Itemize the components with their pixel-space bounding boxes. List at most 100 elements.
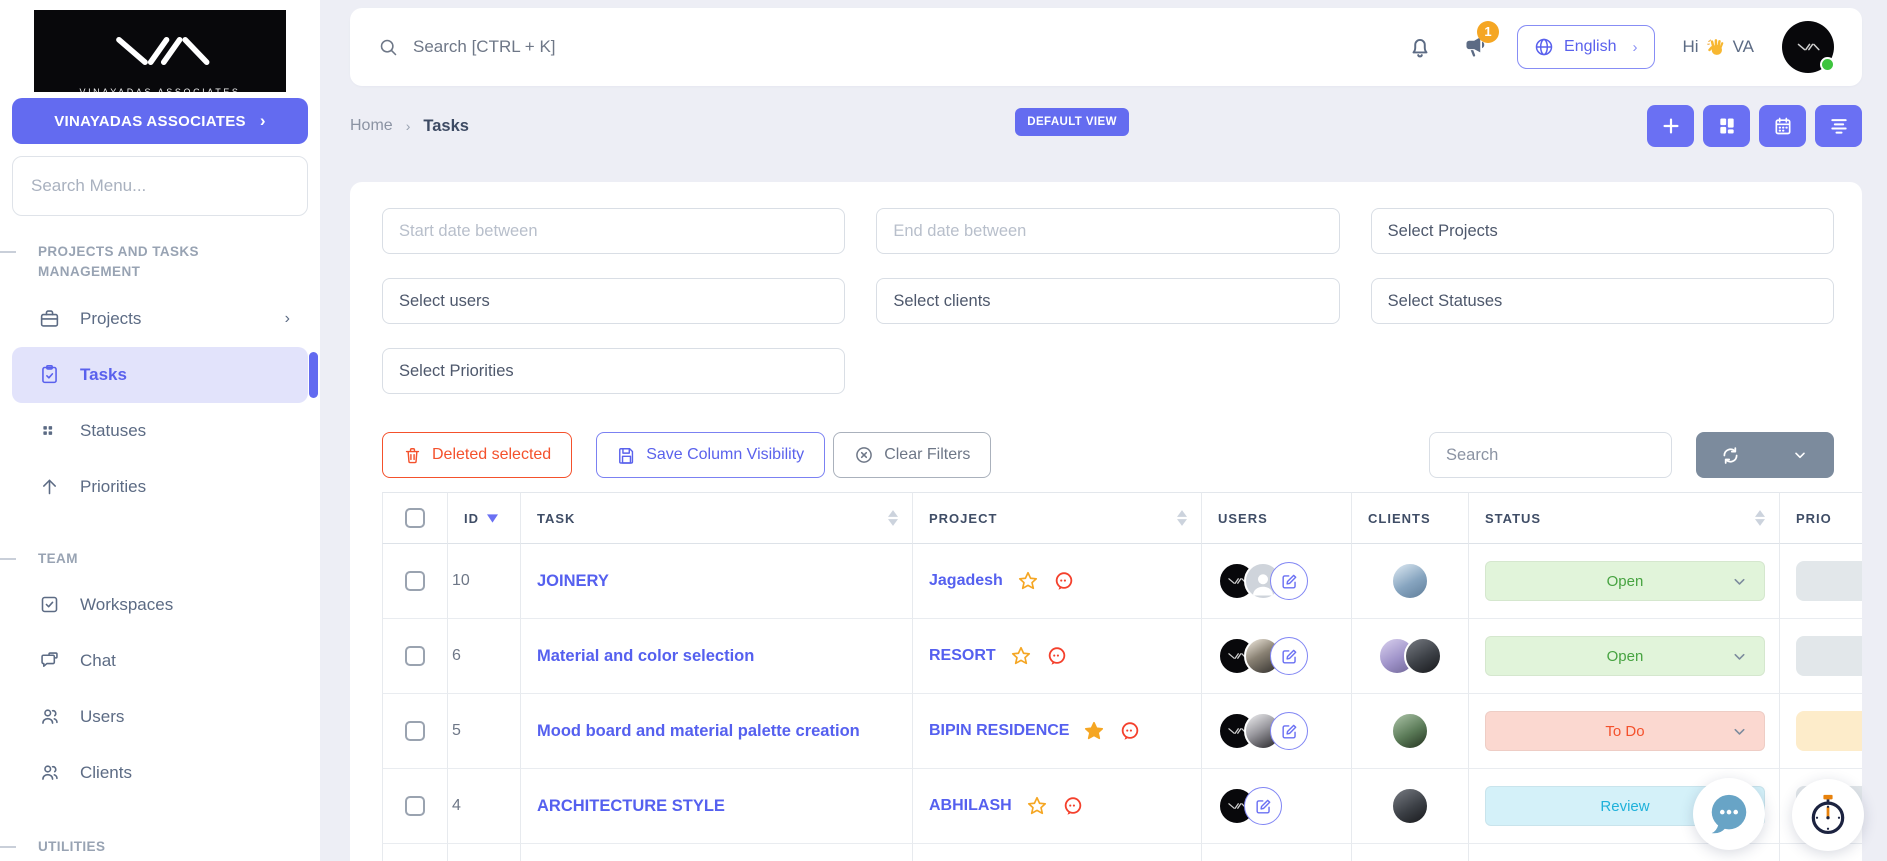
sidebar-menu-search-input[interactable] [12, 156, 308, 216]
sidebar-item-priorities[interactable]: Priorities [12, 459, 308, 515]
sidebar-item-label: Chat [80, 651, 116, 671]
status-dropdown[interactable]: Open [1485, 561, 1765, 601]
row-checkbox[interactable] [405, 796, 425, 816]
status-dropdown[interactable]: To Do [1485, 711, 1765, 751]
comment-icon[interactable] [1119, 720, 1141, 742]
user-avatar[interactable] [1782, 21, 1834, 73]
select-all-checkbox[interactable] [405, 508, 425, 528]
save-column-visibility-button[interactable]: Save Column Visibility [596, 432, 825, 478]
column-header-project[interactable]: PROJECT [913, 492, 1202, 544]
list-view-button[interactable] [1815, 105, 1862, 147]
project-link[interactable]: BIPIN RESIDENCE [929, 722, 1069, 740]
status-label: To Do [1605, 723, 1644, 740]
star-icon[interactable] [1017, 570, 1039, 592]
refresh-split-button[interactable] [1696, 432, 1834, 478]
chevron-right-icon: › [1633, 39, 1638, 56]
users-cell [1202, 619, 1352, 694]
priorities-filter-select[interactable] [382, 348, 845, 394]
column-header-task[interactable]: TASK [521, 492, 913, 544]
client-avatar[interactable] [1391, 712, 1429, 750]
row-checkbox[interactable] [405, 571, 425, 591]
status-cell: To Do [1469, 694, 1780, 769]
bell-icon [1407, 34, 1433, 60]
client-avatar[interactable] [1391, 787, 1429, 825]
priority-dropdown[interactable] [1796, 711, 1862, 751]
project-link[interactable]: Jagadesh [929, 572, 1003, 590]
topbar: 1 English › Hi VA [350, 8, 1862, 86]
company-logo: VINAYADAS ASSOCIATES [34, 10, 286, 92]
delete-selected-button[interactable]: Deleted selected [382, 432, 572, 478]
task-link[interactable]: ARCHITECTURE STYLE [537, 797, 725, 816]
calendar-view-button[interactable] [1759, 105, 1806, 147]
row-checkbox[interactable] [405, 721, 425, 741]
comment-icon[interactable] [1053, 570, 1075, 592]
row-checkbox[interactable] [405, 646, 425, 666]
global-search-input[interactable] [413, 37, 833, 57]
priority-dropdown[interactable] [1796, 561, 1862, 601]
chat-widget-button[interactable] [1693, 778, 1765, 850]
star-icon[interactable] [1010, 645, 1032, 667]
language-selector-button[interactable]: English › [1517, 25, 1654, 69]
breadcrumb-home-link[interactable]: Home [350, 117, 393, 135]
edit-assignees-button[interactable] [1270, 712, 1308, 750]
task-id: 6 [448, 619, 521, 694]
edit-assignees-button[interactable] [1244, 787, 1282, 825]
status-cell: Open [1469, 544, 1780, 619]
column-header-clients[interactable]: CLIENTS [1352, 492, 1469, 544]
table-search-input[interactable] [1429, 432, 1672, 478]
button-label: Save Column Visibility [646, 446, 804, 464]
end-date-filter-input[interactable] [876, 208, 1339, 254]
add-task-button[interactable] [1647, 105, 1694, 147]
list-center-icon [1829, 116, 1849, 136]
sidebar: VINAYADAS ASSOCIATES VINAYADAS ASSOCIATE… [0, 0, 320, 861]
priority-dropdown[interactable] [1796, 636, 1862, 676]
clients-filter-select[interactable] [876, 278, 1339, 324]
client-avatar[interactable] [1404, 637, 1442, 675]
task-link[interactable]: Mood board and material palette creation [537, 722, 860, 741]
task-id: 5 [448, 694, 521, 769]
sidebar-item-label: Priorities [80, 477, 146, 497]
comment-icon[interactable] [1046, 645, 1068, 667]
edit-assignees-button[interactable] [1270, 637, 1308, 675]
sidebar-nav: Projects › Tasks Workspaces Statuses Pri… [0, 291, 320, 858]
column-header-id[interactable]: ID [448, 492, 521, 544]
comment-icon[interactable] [1062, 795, 1084, 817]
column-header-priority[interactable]: PRIO [1780, 492, 1862, 544]
column-label: STATUS [1485, 511, 1541, 526]
status-cell: Open [1469, 619, 1780, 694]
start-date-filter-input[interactable] [382, 208, 845, 254]
sidebar-item-statuses[interactable]: Workspaces Statuses [12, 403, 308, 459]
chevron-down-icon[interactable] [1765, 447, 1834, 463]
notifications-button[interactable] [1407, 34, 1433, 60]
organization-switcher-button[interactable]: VINAYADAS ASSOCIATES › [12, 98, 308, 144]
projects-filter-select[interactable] [1371, 208, 1834, 254]
table-row: 4 ARCHITECTURE STYLE ABHILASH Review [382, 769, 1862, 844]
announcements-button[interactable]: 1 [1461, 32, 1489, 63]
clear-filters-button[interactable]: Clear Filters [833, 432, 991, 478]
column-header-status[interactable]: STATUS [1469, 492, 1780, 544]
task-link[interactable]: JOINERY [537, 572, 609, 591]
priority-cell [1780, 619, 1862, 694]
sidebar-item-workspaces[interactable]: Workspaces [12, 577, 308, 633]
client-avatar[interactable] [1391, 562, 1429, 600]
star-icon[interactable] [1083, 720, 1105, 742]
sidebar-item-users[interactable]: Users [12, 689, 308, 745]
task-link[interactable]: Material and color selection [537, 647, 754, 666]
star-icon[interactable] [1026, 795, 1048, 817]
status-dropdown[interactable]: Open [1485, 636, 1765, 676]
sidebar-item-chat[interactable]: Chat [12, 633, 308, 689]
time-tracker-button[interactable] [1792, 779, 1864, 851]
refresh-icon[interactable] [1696, 445, 1765, 466]
project-link[interactable]: ABHILASH [929, 797, 1012, 815]
column-header-users[interactable]: USERS [1202, 492, 1352, 544]
kanban-view-button[interactable] [1703, 105, 1750, 147]
project-link[interactable]: RESORT [929, 647, 996, 665]
column-label: CLIENTS [1368, 511, 1431, 526]
section-label-projects-tasks: PROJECTS AND TASKS MANAGEMENT [38, 242, 238, 283]
sidebar-item-projects[interactable]: Projects › [12, 291, 308, 347]
edit-assignees-button[interactable] [1270, 562, 1308, 600]
statuses-filter-select[interactable] [1371, 278, 1834, 324]
sidebar-item-clients[interactable]: Clients [12, 745, 308, 801]
users-filter-select[interactable] [382, 278, 845, 324]
sidebar-item-tasks[interactable]: Tasks [12, 347, 308, 403]
